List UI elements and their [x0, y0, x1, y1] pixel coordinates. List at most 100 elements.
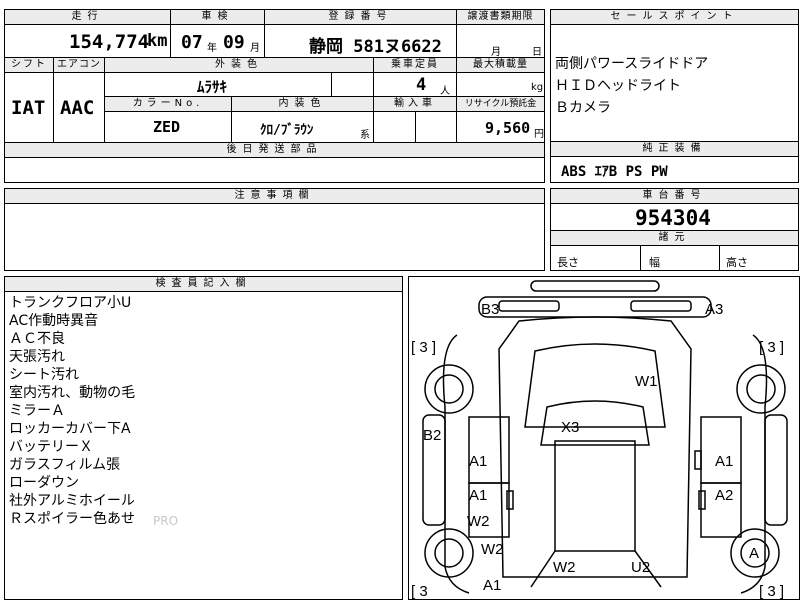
left-front-wheel-shape — [424, 364, 474, 414]
registration-header: 登録番号 — [264, 9, 457, 25]
specs-length: 長さ — [550, 245, 641, 271]
exterior-color-cell: ﾑﾗｻｷ — [104, 72, 332, 97]
chassis-value: 954304 — [635, 206, 711, 230]
right-front-handle — [694, 450, 702, 470]
damage-a-wheel: A — [749, 545, 760, 562]
tire-right-top-label: [ 3 ] — [759, 339, 785, 356]
registration-cell: 静岡 581ヌ6622 — [264, 24, 457, 58]
transfer-day-unit: 日 — [532, 47, 542, 58]
sales-point-item: 両側パワースライドドア — [555, 56, 709, 72]
hood-top-shape — [478, 296, 712, 318]
right-rocker-shape — [764, 414, 788, 526]
note-line: トランクフロア小U — [9, 295, 132, 311]
inspection-month: 09 — [223, 32, 245, 53]
front-bumper-shape — [530, 280, 660, 292]
aircon-header: エアコン — [53, 57, 105, 73]
color-no-header: カラーNo. — [104, 96, 232, 112]
transfer-docs-cell: 月 日 — [456, 24, 545, 58]
damage-w2-left-b: W2 — [481, 541, 504, 558]
recycle-unit: 円 — [534, 129, 544, 140]
color-no-cell: ZED — [104, 111, 232, 143]
interior-color-header: 内装色 — [231, 96, 374, 112]
month-unit: 月 — [250, 43, 260, 54]
transfer-month-unit: 月 — [491, 47, 501, 58]
max-load-cell: kg — [456, 72, 545, 97]
left-door-handle — [506, 490, 514, 510]
standard-equipment-header: 純正装備 — [550, 141, 799, 157]
specs-header: 諸元 — [550, 230, 799, 246]
left-front-door-shape — [468, 416, 510, 484]
inspection-header: 車検 — [170, 9, 265, 25]
capacity-value: 4 — [416, 75, 427, 95]
caution-area — [4, 203, 545, 271]
shift-value: IAT — [11, 97, 46, 119]
exterior-color-value: ﾑﾗｻｷ — [197, 78, 228, 96]
later-parts-area — [4, 157, 545, 183]
damage-x3: X3 — [561, 419, 580, 436]
exterior-color-header: 外装色 — [104, 57, 374, 73]
chassis-area: 954304 — [550, 203, 799, 231]
inspection-cell: 07 年 09 月 — [170, 24, 265, 58]
recycle-value: 9,560 — [485, 119, 531, 137]
registration-number: 静岡 581ヌ6622 — [309, 37, 442, 57]
note-line: ローダウン — [9, 475, 79, 491]
note-line: 社外アルミホイール — [9, 493, 135, 509]
transfer-docs-header: 譲渡書類期限 — [456, 9, 545, 25]
roof-shape — [554, 440, 636, 552]
capacity-unit: 人 — [440, 86, 450, 97]
recycle-cell: 9,560 円 — [456, 111, 545, 143]
damage-b3: B3 — [481, 301, 500, 318]
damage-a1-rear-left: A1 — [469, 487, 488, 504]
capacity-header: 乗車定員 — [373, 57, 457, 73]
note-line: シート汚れ — [9, 367, 79, 383]
car-diagram: [ 3 ] [ 3 ] [ 3 [ 3 ] B3 A3 W1 X3 B2 A1 … — [408, 276, 800, 600]
length-label: 長さ — [557, 256, 579, 269]
sales-points-area: 両側パワースライドドア ＨＩＤヘッドライト Ｂカメラ — [550, 24, 799, 142]
left-headlight-shape — [498, 300, 560, 312]
right-front-door-shape — [700, 416, 742, 484]
tire-left-bottom-label: [ 3 — [411, 583, 428, 600]
height-label: 高さ — [726, 256, 748, 269]
note-line: ミラーＡ — [9, 403, 65, 419]
import-cell-a — [373, 111, 416, 143]
aircon-value: AAC — [60, 97, 95, 119]
interior-color-cell: ｸﾛ/ﾌﾞﾗｳﾝ 系 — [231, 111, 374, 143]
roof-front-shape — [540, 400, 650, 446]
max-load-header: 最大積載量 — [456, 57, 545, 73]
right-headlight-shape — [630, 300, 692, 312]
capacity-cell: 4 人 — [373, 72, 457, 97]
aircon-cell: AAC — [53, 72, 105, 143]
damage-a3: A3 — [705, 301, 724, 318]
note-line: Ｒスポイラー色あせ — [9, 511, 135, 527]
vehicle-info-table: 走行 車検 登録番号 譲渡書類期限 154,774 km 07 年 09 月 静… — [4, 9, 545, 143]
interior-color-value: ｸﾛ/ﾌﾞﾗｳﾝ — [260, 123, 314, 138]
inspector-header: 検査員記入欄 — [4, 276, 403, 292]
mileage-value: 154,774 — [69, 31, 150, 53]
sales-point-item: Ｂカメラ — [555, 100, 611, 116]
note-line: ガラスフィルム張 — [9, 457, 121, 473]
right-door-handle — [698, 490, 706, 510]
note-line: 天張汚れ — [9, 349, 65, 365]
watermark: PRO — [153, 514, 179, 528]
import-header: 輸入車 — [373, 96, 457, 112]
note-line: 室内汚れ、動物の毛 — [9, 385, 136, 401]
damage-a1-front-right: A1 — [715, 453, 734, 470]
right-front-wheel-shape — [736, 364, 786, 414]
specs-width: 幅 — [640, 245, 720, 271]
note-line: ロッカーカバー下A — [9, 421, 131, 437]
body-outline-shape — [498, 316, 692, 578]
import-cell-b — [415, 111, 457, 143]
car-diagram-drawing — [422, 280, 788, 594]
damage-u2-bottom: U2 — [631, 559, 651, 576]
interior-suffix: 系 — [360, 130, 370, 141]
mileage-header: 走行 — [4, 9, 171, 25]
inspection-year: 07 — [181, 32, 203, 53]
specs-height: 高さ — [719, 245, 799, 271]
damage-a1-bottom: A1 — [483, 577, 502, 594]
note-line: ＡＣ不良 — [9, 331, 65, 347]
left-rear-wheel-shape — [424, 528, 474, 578]
damage-a2-rear-right: A2 — [715, 487, 734, 504]
tire-right-bottom-label: [ 3 ] — [759, 583, 785, 600]
mileage-cell: 154,774 km — [4, 24, 171, 58]
standard-equipment-value: ABS ｴｱB PS PW — [561, 164, 668, 180]
